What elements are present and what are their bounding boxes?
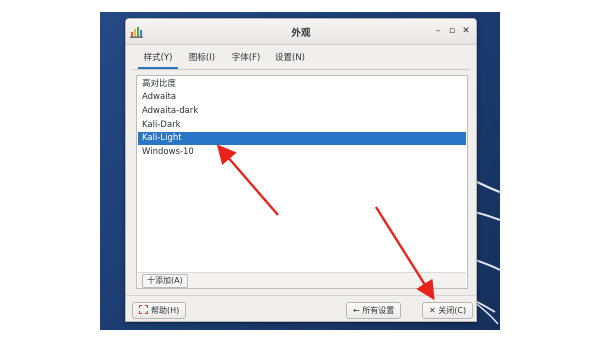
maximize-button[interactable]: ▫ bbox=[446, 25, 458, 37]
close-button-label: ✕ 关闭(C) bbox=[429, 306, 467, 315]
minimize-button[interactable]: – bbox=[432, 25, 444, 37]
help-icon bbox=[139, 305, 148, 314]
appearance-dialog: 外观 – ▫ ✕ 样式(Y) 图标(I) 字体(F) 设置(N) 高对比度 Ad… bbox=[125, 18, 477, 322]
window-title: 外观 bbox=[291, 28, 311, 39]
all-settings-label: ← 所有设置 bbox=[353, 306, 395, 315]
help-button-label: 帮助(H) bbox=[151, 306, 180, 315]
theme-item-adwaita[interactable]: Adwaita bbox=[138, 91, 466, 104]
tab-fonts[interactable]: 字体(F) bbox=[226, 49, 266, 67]
theme-item-kali-dark[interactable]: Kali-Dark bbox=[138, 119, 466, 132]
tab-divider bbox=[132, 69, 470, 70]
all-settings-button[interactable]: ← 所有设置 bbox=[346, 302, 402, 319]
close-window-button[interactable]: ✕ bbox=[460, 25, 472, 37]
button-bar-divider bbox=[126, 295, 476, 296]
add-theme-button[interactable]: 十添加(A) bbox=[142, 274, 188, 288]
theme-item-adwaita-dark[interactable]: Adwaita-dark bbox=[138, 105, 466, 118]
tab-icons[interactable]: 图标(I) bbox=[182, 49, 222, 67]
tab-style[interactable]: 样式(Y) bbox=[138, 49, 178, 69]
close-button[interactable]: ✕ 关闭(C) bbox=[422, 302, 474, 319]
list-toolbar: 十添加(A) bbox=[138, 272, 466, 288]
screenshot-stage: 外观 – ▫ ✕ 样式(Y) 图标(I) 字体(F) 设置(N) 高对比度 Ad… bbox=[0, 0, 600, 340]
theme-item-windows-10[interactable]: Windows-10 bbox=[138, 146, 466, 159]
theme-item-high-contrast[interactable]: 高对比度 bbox=[138, 78, 466, 91]
title-bar[interactable]: 外观 – ▫ ✕ bbox=[126, 19, 476, 45]
help-button[interactable]: 帮助(H) bbox=[132, 302, 187, 319]
theme-list[interactable]: 高对比度 Adwaita Adwaita-dark Kali-Dark Kali… bbox=[136, 75, 468, 289]
theme-item-kali-light[interactable]: Kali-Light bbox=[138, 132, 466, 145]
tab-settings[interactable]: 设置(N) bbox=[270, 49, 310, 67]
